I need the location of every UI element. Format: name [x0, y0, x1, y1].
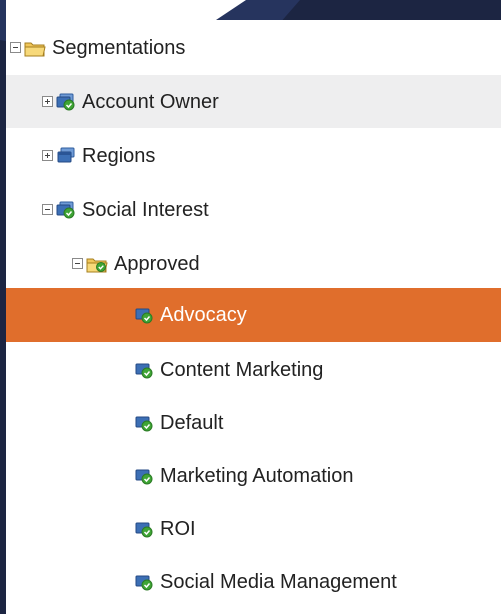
segment-approved-icon: [134, 361, 154, 379]
tree-node-label: Approved: [114, 252, 200, 275]
tree-node-label: Regions: [82, 144, 156, 167]
screenshot-stage: Segmentations Account Owner Regions Soci…: [0, 0, 501, 614]
tree-node-advocacy[interactable]: Advocacy: [6, 288, 501, 342]
tree-node-label: Content Marketing: [160, 358, 324, 381]
tree-node-social-interest[interactable]: Social Interest: [6, 183, 501, 236]
tree-node-account-owner[interactable]: Account Owner: [6, 75, 501, 128]
tree-node-segmentations[interactable]: Segmentations: [6, 21, 501, 74]
segmentation-approved-icon: [56, 93, 76, 111]
tree-node-label: Default: [160, 411, 224, 434]
segmentation-tree-panel: Segmentations Account Owner Regions Soci…: [6, 0, 501, 614]
tree-node-label: Advocacy: [160, 304, 247, 326]
tree-node-label: Account Owner: [82, 90, 219, 113]
segment-approved-icon: [134, 467, 154, 485]
segmentation-approved-icon: [56, 201, 76, 219]
segment-approved-icon: [134, 573, 154, 591]
tree-node-approved[interactable]: Approved: [6, 237, 501, 290]
segment-approved-icon: [134, 306, 154, 324]
segment-approved-icon: [134, 520, 154, 538]
folder-icon: [24, 39, 46, 57]
expand-toggle-icon[interactable]: [42, 96, 53, 107]
expand-toggle-icon[interactable]: [42, 150, 53, 161]
tree-node-label: Social Interest: [82, 198, 209, 221]
tree-node-roi[interactable]: ROI: [6, 502, 501, 555]
tree-node-label: Segmentations: [52, 36, 186, 59]
tree-node-label: Marketing Automation: [160, 464, 354, 487]
tree-node-label: ROI: [160, 517, 196, 540]
tree-node-default[interactable]: Default: [6, 396, 501, 449]
segment-approved-icon: [134, 414, 154, 432]
tree-node-marketing-automation[interactable]: Marketing Automation: [6, 449, 501, 502]
tree-node-regions[interactable]: Regions: [6, 129, 501, 182]
collapse-toggle-icon[interactable]: [72, 258, 83, 269]
collapse-toggle-icon[interactable]: [42, 204, 53, 215]
segmentation-draft-icon: [56, 147, 76, 165]
approved-folder-icon: [86, 255, 108, 273]
tree-node-content-marketing[interactable]: Content Marketing: [6, 343, 501, 396]
tree-node-label: Social Media Management: [160, 570, 397, 593]
tree-node-social-media-management[interactable]: Social Media Management: [6, 555, 501, 608]
collapse-toggle-icon[interactable]: [10, 42, 21, 53]
